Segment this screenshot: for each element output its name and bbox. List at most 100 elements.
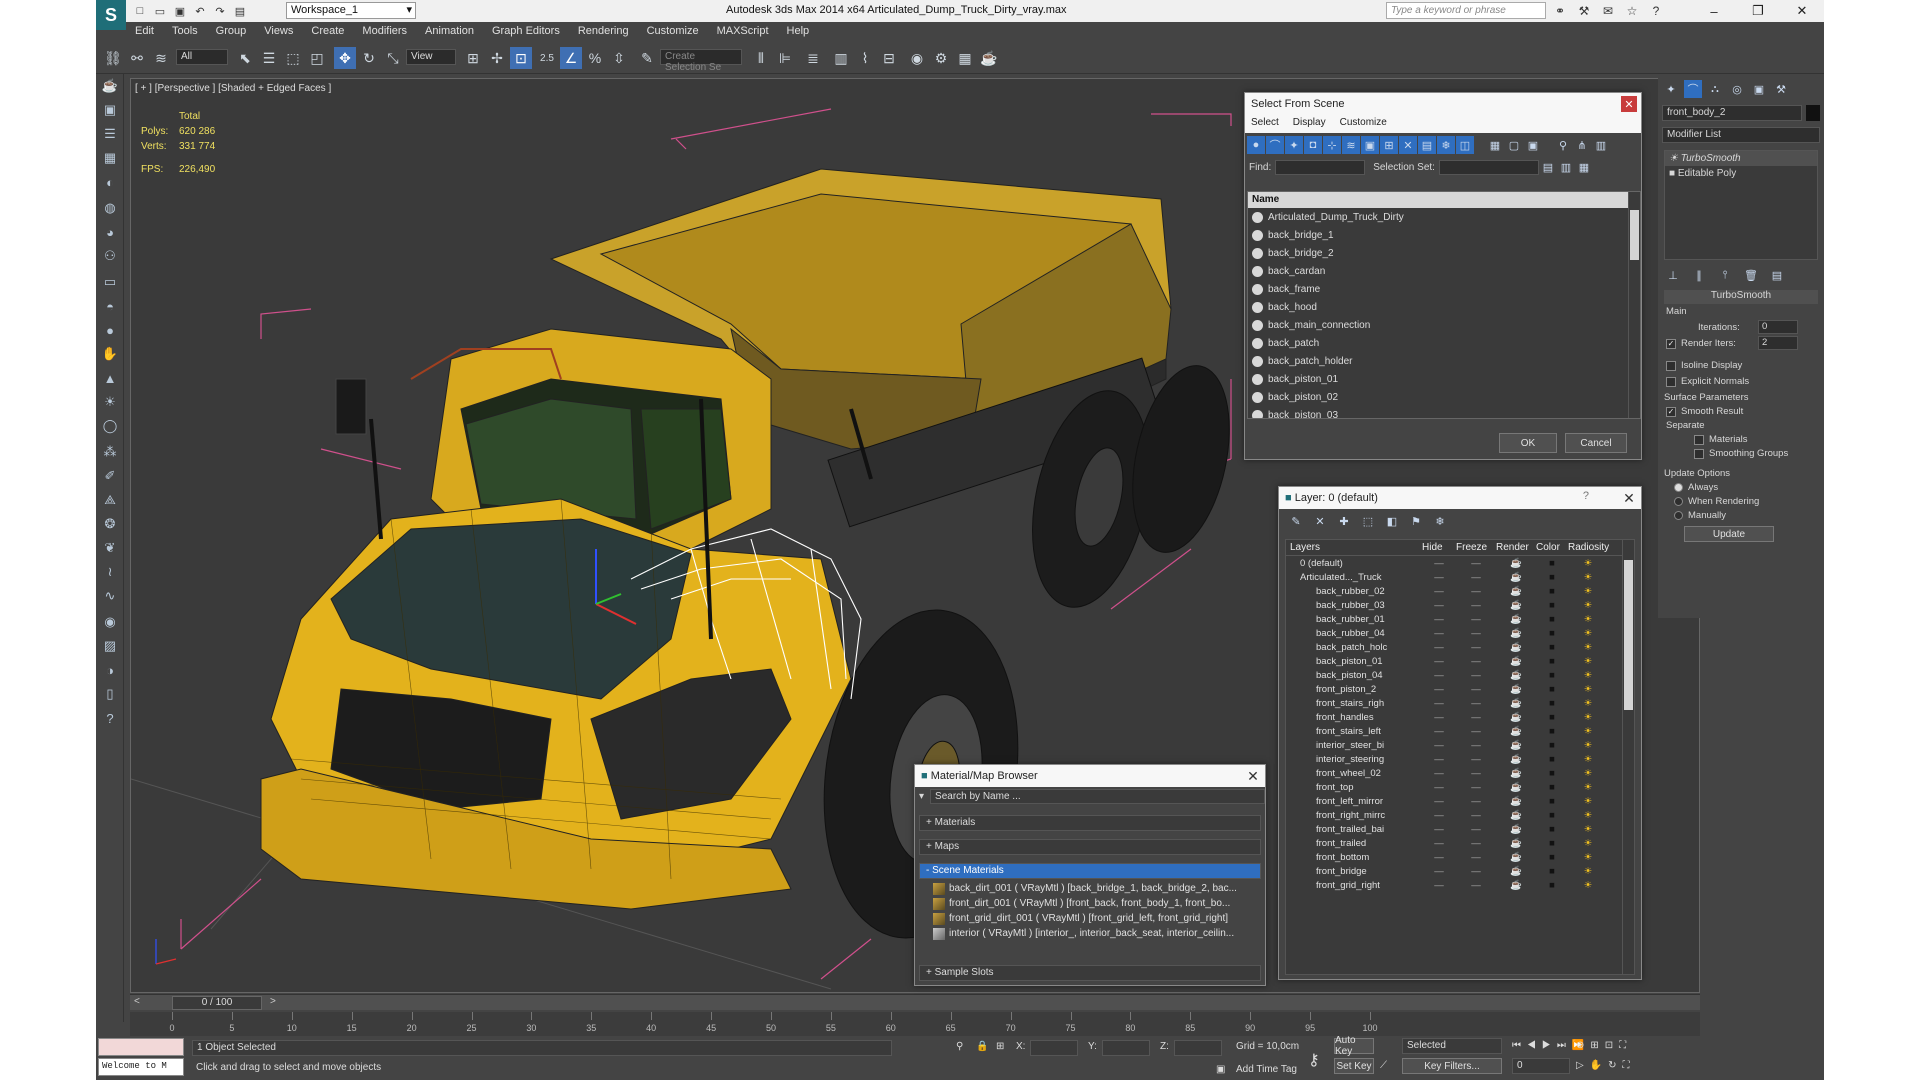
layer-row[interactable]: back_rubber_04— — ☕ ■ ☀: [1286, 626, 1634, 640]
render-toggle-icon[interactable]: ☕: [1496, 754, 1536, 765]
tv-icon[interactable]: ▯: [100, 684, 120, 704]
angle-snap-icon[interactable]: ∠: [560, 47, 582, 69]
display-hidden-icon[interactable]: ◫: [1456, 136, 1474, 154]
delete-layer-icon[interactable]: ✕: [1311, 512, 1329, 530]
hemisphere-icon[interactable]: ◓: [100, 296, 120, 316]
render-toggle-icon[interactable]: ☕: [1496, 628, 1536, 639]
sample-slots-rollout[interactable]: + Sample Slots: [919, 965, 1261, 981]
create-tab-icon[interactable]: ✦: [1662, 80, 1680, 98]
render-icon[interactable]: ▣: [100, 100, 120, 120]
layer-row[interactable]: back_rubber_01— — ☕ ■ ☀: [1286, 612, 1634, 626]
layer-color-swatch[interactable]: ■: [1536, 558, 1568, 569]
layer-row[interactable]: front_wheel_02— — ☕ ■ ☀: [1286, 766, 1634, 780]
radiosity-icon[interactable]: ☀: [1568, 628, 1608, 639]
sphere-icon[interactable]: ●: [100, 320, 120, 340]
selection-filter-dropdown[interactable]: All: [176, 49, 228, 65]
display-xrefs-icon[interactable]: ⊞: [1380, 136, 1398, 154]
scene-object-row[interactable]: back_frame: [1248, 280, 1640, 298]
rendered-frame-icon[interactable]: ▦: [954, 47, 976, 69]
make-unique-icon[interactable]: ⫯: [1716, 266, 1734, 284]
sfs-menu-select[interactable]: Select: [1251, 117, 1279, 131]
layer-row[interactable]: front_left_mirror — — ☕ ■ ☀: [1286, 794, 1634, 808]
display-cameras-icon[interactable]: ◘: [1304, 136, 1322, 154]
menu-animation[interactable]: Animation: [416, 25, 483, 37]
spline-icon[interactable]: ∿: [100, 586, 120, 606]
col-color[interactable]: Color: [1536, 542, 1568, 553]
name-column-header[interactable]: Name: [1248, 192, 1640, 208]
material-browser-titlebar[interactable]: ■ Material/Map Browser ✕: [915, 765, 1265, 787]
smoothing-groups-checkbox[interactable]: [1694, 448, 1704, 459]
render-setup-icon[interactable]: ⚙: [930, 47, 952, 69]
freeze-toggle-icon[interactable]: —: [1456, 614, 1496, 625]
selection-set-dropdown[interactable]: [1438, 159, 1539, 175]
radiosity-icon[interactable]: ☀: [1568, 824, 1608, 835]
freeze-toggle-icon[interactable]: —: [1456, 642, 1496, 653]
x-coord-field[interactable]: [1030, 1040, 1078, 1056]
render-toggle-icon[interactable]: ☕: [1496, 656, 1536, 667]
freeze-toggle-icon[interactable]: —: [1456, 754, 1496, 765]
render-toggle-icon[interactable]: ☕: [1496, 726, 1536, 737]
col-hide[interactable]: Hide: [1422, 542, 1456, 553]
reference-coord-dropdown[interactable]: View: [406, 49, 456, 65]
rotate-icon[interactable]: ↻: [358, 47, 380, 69]
graphite-tools-icon[interactable]: ▥: [830, 47, 852, 69]
layer-color-swatch[interactable]: ■: [1536, 796, 1568, 807]
radiosity-icon[interactable]: ☀: [1568, 852, 1608, 863]
viewport-label[interactable]: [ + ] [Perspective ] [Shaded + Edged Fac…: [135, 83, 331, 94]
pin-stack-icon[interactable]: ⊥: [1664, 266, 1682, 284]
pivot-center-icon[interactable]: ⊞: [462, 47, 484, 69]
keyboard-shortcut-icon[interactable]: ⊡: [510, 47, 532, 69]
col-layers[interactable]: Layers: [1286, 542, 1422, 553]
box-icon[interactable]: ▭: [100, 272, 120, 292]
sfs-icon-c[interactable]: ▦: [1575, 158, 1593, 176]
explicit-normals-checkbox[interactable]: [1666, 376, 1676, 387]
communication-icon[interactable]: ✉: [1599, 2, 1617, 20]
menu-graph-editors[interactable]: Graph Editors: [483, 25, 569, 37]
render-toggle-icon[interactable]: ☕: [1496, 558, 1536, 569]
mirror-icon[interactable]: ⫴: [750, 47, 772, 69]
render-toggle-icon[interactable]: ☕: [1496, 866, 1536, 877]
layer-color-swatch[interactable]: ■: [1536, 684, 1568, 695]
layer-color-swatch[interactable]: ■: [1536, 670, 1568, 681]
pyramid-icon[interactable]: ⟁: [100, 490, 120, 510]
layer-color-swatch[interactable]: ■: [1536, 600, 1568, 611]
turbosmooth-rollout-title[interactable]: TurboSmooth: [1664, 290, 1818, 304]
display-groups-icon[interactable]: ▣: [1361, 136, 1379, 154]
render-toggle-icon[interactable]: ☕: [1496, 712, 1536, 723]
material-editor-icon[interactable]: ◉: [906, 47, 928, 69]
hide-toggle-icon[interactable]: —: [1422, 628, 1456, 639]
menu-group[interactable]: Group: [207, 25, 256, 37]
hide-toggle-icon[interactable]: —: [1422, 838, 1456, 849]
binoculars-icon[interactable]: ⚭: [1551, 2, 1569, 20]
sfs-menu-customize[interactable]: Customize: [1340, 117, 1387, 131]
edit-named-selection-icon[interactable]: ✎: [636, 47, 658, 69]
redo-icon[interactable]: ↷: [212, 3, 228, 19]
hide-toggle-icon[interactable]: —: [1422, 824, 1456, 835]
stack-item-editable-poly[interactable]: ■ Editable Poly: [1665, 166, 1817, 181]
radiosity-icon[interactable]: ☀: [1568, 810, 1608, 821]
radiosity-icon[interactable]: ☀: [1568, 754, 1608, 765]
hide-toggle-icon[interactable]: —: [1422, 754, 1456, 765]
key-mode-dropdown[interactable]: Selected: [1402, 1038, 1502, 1054]
layer-scrollbar[interactable]: [1622, 540, 1634, 974]
scene-object-row[interactable]: back_main_connection: [1248, 316, 1640, 334]
layer-row[interactable]: front_handles — — ☕ ■ ☀: [1286, 710, 1634, 724]
layer-row[interactable]: front_top — — ☕ ■ ☀: [1286, 780, 1634, 794]
y-coord-field[interactable]: [1102, 1040, 1150, 1056]
display-frozen-icon[interactable]: ❄: [1437, 136, 1455, 154]
project-folder-icon[interactable]: ▤: [232, 3, 248, 19]
render-toggle-icon[interactable]: ☕: [1496, 782, 1536, 793]
layer-color-swatch[interactable]: ■: [1536, 628, 1568, 639]
display-geometry-icon[interactable]: ●: [1247, 136, 1265, 154]
layer-color-swatch[interactable]: ■: [1536, 782, 1568, 793]
render-toggle-icon[interactable]: ☕: [1496, 810, 1536, 821]
freeze-toggle-icon[interactable]: —: [1456, 586, 1496, 597]
layer-row[interactable]: front_piston_2— — ☕ ■ ☀: [1286, 682, 1634, 696]
spinner-snap-icon[interactable]: ⇳: [608, 47, 630, 69]
render-toggle-icon[interactable]: ☕: [1496, 768, 1536, 779]
radiosity-icon[interactable]: ☀: [1568, 880, 1608, 891]
render-toggle-icon[interactable]: ☕: [1496, 796, 1536, 807]
hide-toggle-icon[interactable]: —: [1422, 670, 1456, 681]
align-icon[interactable]: ⊫: [774, 47, 796, 69]
isolate-icon[interactable]: ⚲: [956, 1041, 963, 1052]
